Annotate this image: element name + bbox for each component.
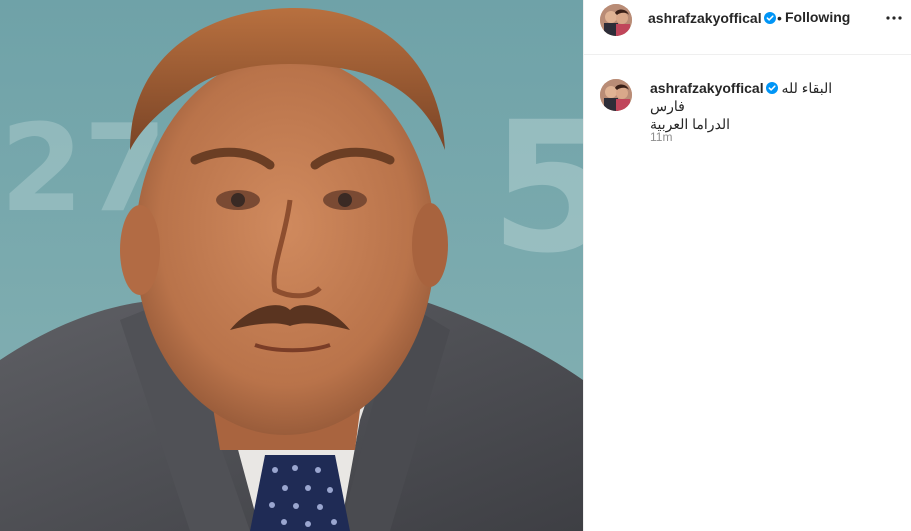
caption-comment: ashrafzakyoffical البقاء لله فارس الدرام…: [584, 55, 911, 155]
post-side-panel: ashrafzakyoffical • Following ashrafzaky…: [583, 0, 911, 531]
post-image[interactable]: 27 5: [0, 0, 583, 531]
caption-text-line2: الدراما العربية: [650, 116, 731, 132]
caption-username[interactable]: ashrafzakyoffical: [650, 80, 764, 96]
caption-avatar[interactable]: [600, 79, 632, 111]
following-button[interactable]: Following: [785, 9, 850, 25]
avatar-image: [600, 79, 632, 111]
portrait-photo: 27 5: [0, 0, 583, 531]
post-timestamp[interactable]: 11m: [650, 130, 672, 144]
caption-block: ashrafzakyoffical البقاء لله فارس الدرام…: [650, 79, 870, 133]
avatar-image: [600, 4, 632, 36]
more-horizontal-icon[interactable]: [886, 13, 902, 23]
verified-badge-icon: [763, 12, 776, 24]
post-header: ashrafzakyoffical • Following: [584, 0, 911, 55]
author-avatar[interactable]: [600, 4, 632, 36]
author-username[interactable]: ashrafzakyoffical: [648, 10, 776, 26]
author-username-text[interactable]: ashrafzakyoffical: [648, 10, 762, 26]
separator-dot: •: [777, 10, 782, 26]
verified-badge-icon: [765, 82, 778, 94]
svg-text:5: 5: [490, 84, 583, 293]
